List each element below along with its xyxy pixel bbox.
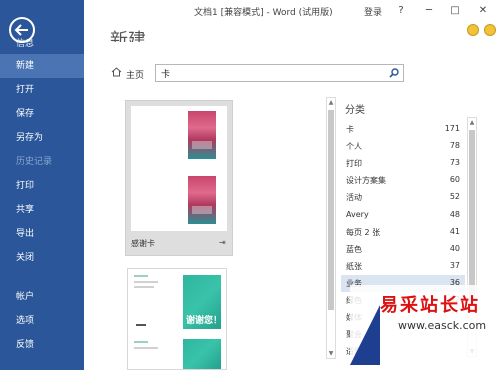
site-watermark: 易采站长站 www.easck.com xyxy=(350,285,500,370)
category-name: 卡 xyxy=(346,125,354,134)
word-backstage-window: 信息 新建 打开 保存 另存为 历史记录 打印 共享 导出 关闭 帐户 选项 反… xyxy=(0,0,500,370)
category-count: 78 xyxy=(449,141,460,151)
text-line xyxy=(136,324,146,326)
text-line xyxy=(134,286,154,288)
restore-button[interactable]: □ xyxy=(446,3,464,19)
category-name: 蓝色 xyxy=(346,244,362,254)
category-count: 60 xyxy=(449,175,460,185)
window-title: 文档1 [兼容模式] - Word (试用版) xyxy=(194,8,333,18)
text-line xyxy=(134,341,148,343)
category-item[interactable]: 蓝色 40 xyxy=(341,241,465,258)
category-count: 41 xyxy=(449,226,460,236)
category-item[interactable]: 卡 171 xyxy=(341,121,465,138)
scroll-up-icon[interactable]: ▲ xyxy=(327,99,335,106)
smile-feedback-icon[interactable] xyxy=(467,24,479,36)
template-title: 谢谢您！ xyxy=(186,316,223,326)
template-card-thanks[interactable]: 谢谢您！ xyxy=(127,268,227,370)
templates-scrollbar[interactable]: ▲ ▼ xyxy=(326,97,336,359)
green-panel xyxy=(183,339,221,369)
template-preview xyxy=(131,106,227,231)
category-count: 40 xyxy=(449,243,460,253)
flower-photo xyxy=(188,176,216,224)
scroll-thumb[interactable] xyxy=(469,130,475,310)
watermark-title: 易采站长站 xyxy=(380,295,480,316)
category-name: Avery xyxy=(346,209,369,219)
category-item[interactable]: 纸张 37 xyxy=(341,258,465,275)
frown-feedback-icon[interactable] xyxy=(484,24,496,36)
text-line xyxy=(134,281,158,283)
template-name: 感谢卡 xyxy=(131,239,155,248)
template-card-thank-you-card[interactable]: 感谢卡 ⇥ xyxy=(125,100,233,256)
text-line xyxy=(134,275,148,277)
template-search-input[interactable]: 卡 xyxy=(155,64,404,82)
scroll-up-icon[interactable]: ▲ xyxy=(468,119,476,126)
category-item[interactable]: 打印 73 xyxy=(341,155,465,172)
page-title: 新建 xyxy=(110,30,146,42)
nav-item-close[interactable]: 关闭 xyxy=(0,246,84,270)
category-count: 37 xyxy=(449,260,460,270)
nav-item-share[interactable]: 共享 xyxy=(0,198,84,222)
category-item[interactable]: 活动 52 xyxy=(341,189,465,206)
category-count: 171 xyxy=(444,124,460,133)
nav-item-new[interactable]: 新建 xyxy=(0,54,84,78)
nav-item-save[interactable]: 保存 xyxy=(0,102,84,126)
nav-item-history: 历史记录 xyxy=(16,157,53,167)
pin-icon[interactable]: ⇥ xyxy=(219,238,226,247)
nav-item-options[interactable]: 选项 xyxy=(0,309,84,333)
scroll-down-icon[interactable]: ▼ xyxy=(327,350,335,357)
category-name: 纸张 xyxy=(346,261,362,271)
nav-item-export[interactable]: 导出 xyxy=(0,222,84,246)
category-name: 打印 xyxy=(346,159,362,169)
back-arrow-icon xyxy=(14,24,28,36)
home-icon[interactable] xyxy=(111,67,122,77)
login-link[interactable]: 登录 xyxy=(364,5,382,18)
scroll-thumb[interactable] xyxy=(328,110,334,310)
title-bar: 文档1 [兼容模式] - Word (试用版) 登录 ? ─ □ ✕ xyxy=(84,0,500,22)
nav-item-feedback[interactable]: 反馈 xyxy=(0,333,84,357)
close-button[interactable]: ✕ xyxy=(474,3,492,19)
search-query: 卡 xyxy=(161,70,171,80)
watermark-logo-shape xyxy=(350,305,380,365)
nav-item-save-as[interactable]: 另存为 xyxy=(0,126,84,150)
category-name: 活动 xyxy=(346,193,362,203)
nav-item-info[interactable]: 信息 xyxy=(16,36,34,49)
minimize-button[interactable]: ─ xyxy=(420,3,438,19)
nav-item-print[interactable]: 打印 xyxy=(0,174,84,198)
watermark-url: www.easck.com xyxy=(398,319,487,332)
category-header: 分类 xyxy=(345,105,365,116)
text-line xyxy=(134,347,158,349)
category-count: 48 xyxy=(449,209,460,219)
category-name: 设计方案集 xyxy=(346,176,386,186)
category-count: 52 xyxy=(449,192,460,202)
category-count: 73 xyxy=(449,158,460,168)
category-name: 每页 2 张 xyxy=(346,227,381,237)
nav-item-open[interactable]: 打开 xyxy=(0,78,84,102)
search-icon[interactable] xyxy=(389,68,399,78)
category-item[interactable]: 个人 78 xyxy=(341,138,465,155)
category-item[interactable]: 每页 2 张 41 xyxy=(341,224,465,241)
category-name: 个人 xyxy=(346,142,362,152)
home-link[interactable]: 主页 xyxy=(126,68,144,81)
nav-item-account[interactable]: 帐户 xyxy=(0,285,84,309)
help-button[interactable]: ? xyxy=(392,3,410,19)
category-item[interactable]: Avery 48 xyxy=(341,207,465,224)
backstage-nav: 信息 新建 打开 保存 另存为 历史记录 打印 共享 导出 关闭 帐户 选项 反… xyxy=(0,0,84,370)
category-item[interactable]: 设计方案集 60 xyxy=(341,172,465,189)
flower-photo xyxy=(188,111,216,159)
